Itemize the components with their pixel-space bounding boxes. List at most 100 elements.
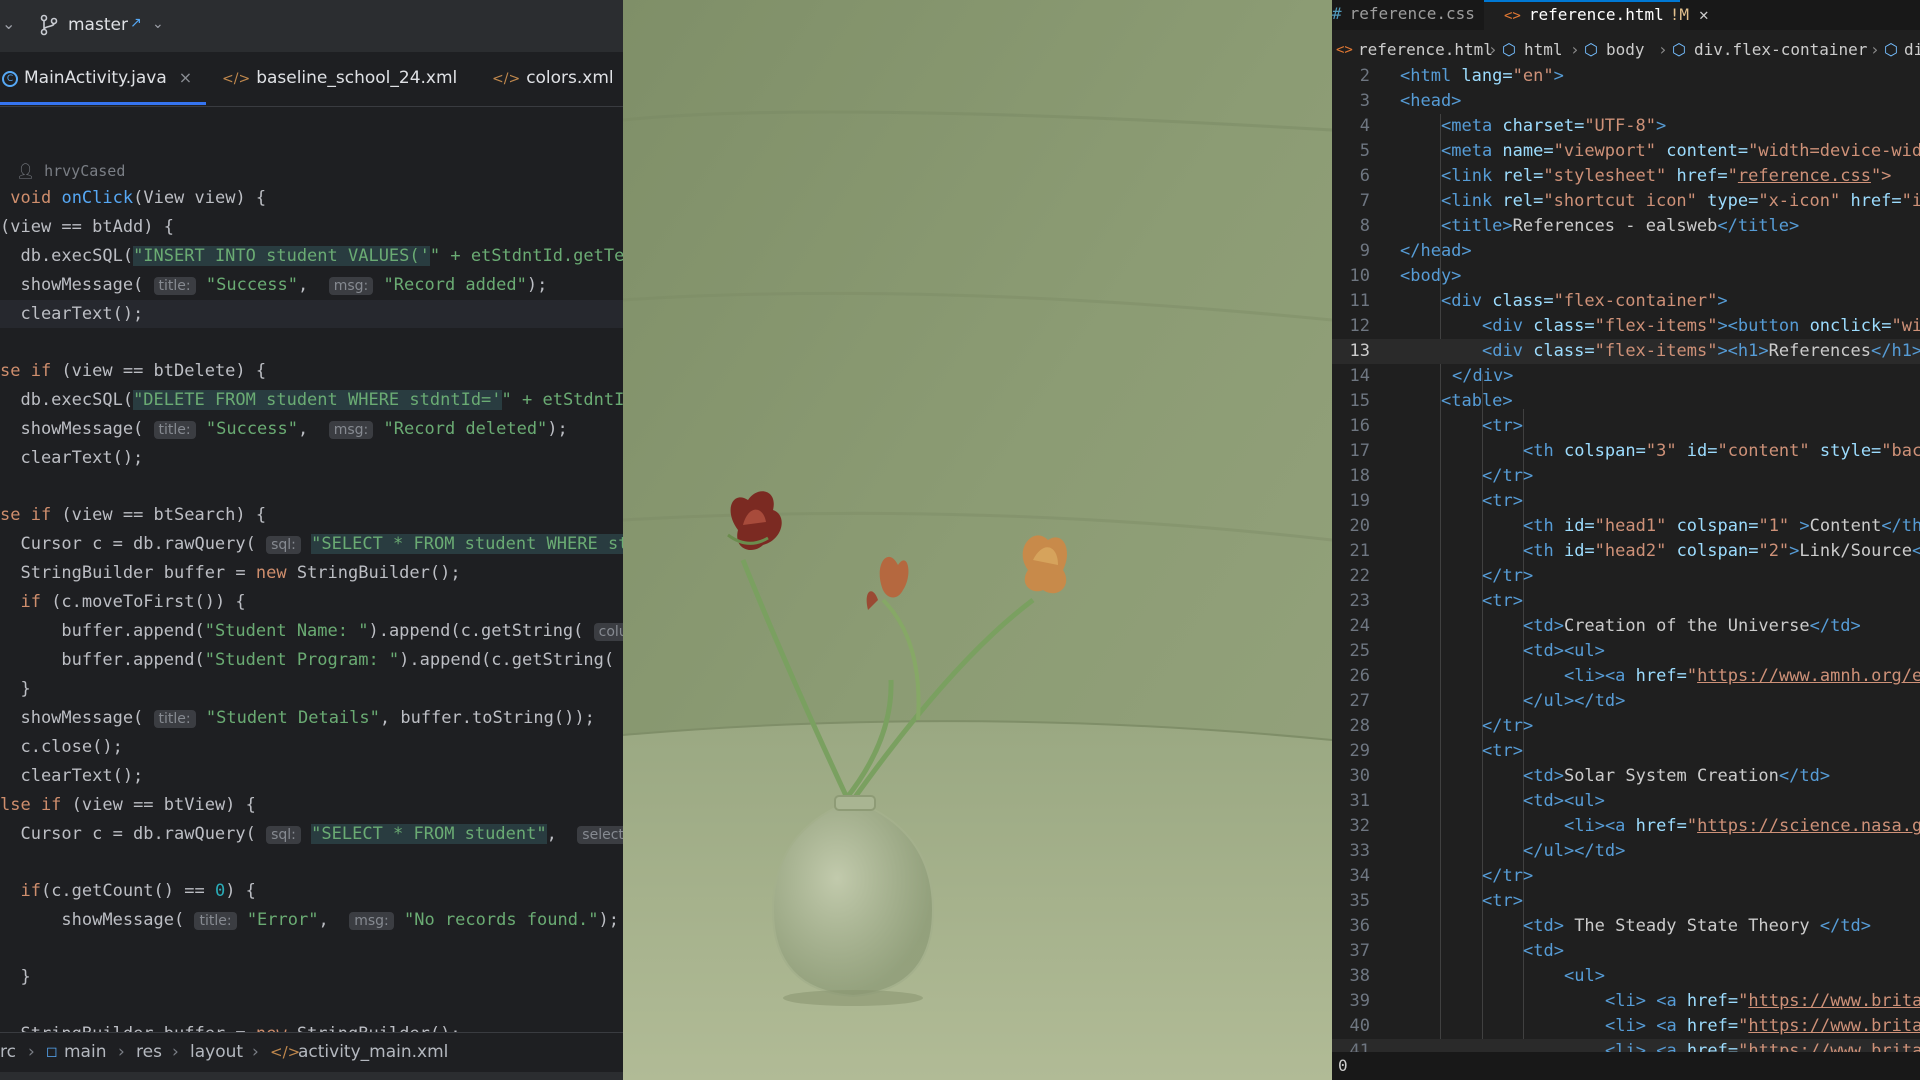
link[interactable]: reference.css [1738, 166, 1871, 186]
code-line: 40 <li> <a href="https://www.britan [1332, 1014, 1920, 1039]
code-line: buffer.append("Student Program: ").appen… [0, 650, 615, 670]
code-line: buffer.append("Student Name: ").append(c… [0, 617, 623, 645]
code-line: 21 <th id="head2" colspan="2">Link/Source… [1349, 541, 1920, 561]
breadcrumb: <> reference.html › ⬡ html › ⬡ body › ⬡ … [1332, 36, 1920, 66]
code-line: 28 </tr> [1349, 716, 1534, 736]
chevron-right-icon: › [28, 1042, 35, 1062]
code-line: showMessage( title: "Success", msg: "Rec… [0, 419, 568, 439]
code-line: 34 </tr> [1349, 866, 1534, 886]
chevron-right-icon: › [1488, 40, 1498, 59]
code-line: 23 <tr> [1349, 591, 1523, 611]
tab-label: colors.xml [526, 68, 614, 88]
element-icon: ⬡ [1884, 40, 1898, 59]
parameter-hint: sql: [266, 536, 301, 554]
vscode-window: # reference.css <> reference.html !M ✕ <> re… [1332, 0, 1920, 1080]
tab-reference-html[interactable]: <> reference.html !M ✕ [1484, 0, 1709, 32]
code-line-current: clearText(); [0, 300, 623, 328]
code-line: (view == btAdd) { [0, 217, 174, 237]
parameter-hint: title: [194, 912, 237, 930]
editor-tabs: # reference.css <> reference.html !M ✕ [1332, 0, 1920, 32]
code-line: 26 <li><a href="https://www.amnh.org/ex [1332, 664, 1920, 689]
code-line: 27 </ul></td> [1349, 691, 1626, 711]
link[interactable]: https://science.nasa.go [1697, 816, 1920, 836]
close-icon[interactable]: ✕ [1699, 5, 1709, 24]
ide-toolbar: ⌄ master ↗ ⌄ [0, 0, 623, 52]
code-line: 9 </head> [1359, 241, 1472, 261]
java-code-editor[interactable]: 👤︎ hrvyCased void onClick(View view) { (… [0, 106, 623, 1032]
code-line: se if (view == btDelete) { [0, 361, 267, 381]
code-line: se if (view == btSearch) { [0, 505, 267, 525]
code-line: 20 <th id="head1" colspan="1" >Content</t… [1349, 516, 1920, 536]
tab-label: reference.html [1528, 5, 1664, 24]
code-line: } [0, 679, 31, 699]
modified-badge: !M [1669, 5, 1689, 24]
breadcrumb-item[interactable]: div.flex-container [1694, 40, 1867, 59]
active-tab-indicator [0, 102, 206, 105]
chevron-down-icon[interactable]: ⌄ [2, 14, 15, 33]
breadcrumb-item[interactable]: reference.html [1358, 40, 1493, 59]
chevron-right-icon: › [1870, 40, 1880, 59]
breadcrumb-item[interactable]: layout [190, 1042, 243, 1062]
code-line: 11 <div class="flex-container"> [1349, 291, 1728, 311]
code-line: clearText(); [0, 766, 144, 786]
breadcrumb-item[interactable]: body [1606, 40, 1645, 59]
code-line: showMessage( title: "Success", msg: "Rec… [0, 275, 548, 295]
tab-baseline-school-xml[interactable]: </> baseline_school_24.xml [222, 68, 457, 92]
parameter-hint: title: [153, 421, 196, 439]
code-line: 41 <li> <a href="https://www.britan [1332, 1039, 1920, 1052]
code-line: 36 <td> The Steady State Theory </td> [1349, 916, 1872, 936]
xml-file-icon: </> [492, 71, 521, 87]
status-bar: 0 [1332, 1052, 1920, 1080]
code-line: 14 </div> [1349, 366, 1514, 386]
tab-label: reference.css [1349, 4, 1475, 23]
chevron-right-icon: › [1658, 40, 1668, 59]
code-line: clearText(); [0, 448, 144, 468]
html-file-icon: <> [1504, 8, 1521, 24]
problems-count[interactable]: 0 [1338, 1056, 1348, 1075]
chevron-right-icon: › [172, 1042, 179, 1062]
code-line: Cursor c = db.rawQuery( sql: "SELECT * F… [0, 530, 623, 558]
breadcrumb-item[interactable]: rc [0, 1042, 16, 1062]
code-line: 39 <li> <a href="https://www.britan [1332, 989, 1920, 1014]
link[interactable]: https://www.britan [1748, 991, 1920, 1011]
code-line: 8 <title>References - ealsweb</title> [1359, 216, 1800, 236]
status-strip [0, 1072, 623, 1080]
code-line: showMessage( title: "Error", msg: "No re… [0, 910, 619, 930]
code-line: 15 <table> [1349, 391, 1513, 411]
chevron-down-icon[interactable]: ⌄ [152, 16, 164, 32]
tab-reference-css[interactable]: # reference.css [1332, 0, 1484, 30]
code-line: 38 <ul> [1349, 966, 1605, 986]
link[interactable]: https://www.britan [1748, 1016, 1920, 1036]
breadcrumb-item[interactable]: res [136, 1042, 162, 1062]
html-code-editor[interactable]: 2 <html lang="en"> 3 <head> 4 <meta charset… [1332, 64, 1920, 1052]
breadcrumb-item[interactable]: activity_main.xml [298, 1042, 448, 1062]
tab-colors-xml[interactable]: </> colors.xml [492, 68, 614, 92]
code-line: 30 <td>Solar System Creation</td> [1349, 766, 1831, 786]
breadcrumb-item[interactable]: main [64, 1042, 106, 1062]
chevron-right-icon: › [252, 1042, 259, 1062]
editor-tabs: C MainActivity.java × </> baseline_school_2… [0, 52, 623, 107]
link[interactable]: https://www.britan [1748, 1041, 1920, 1052]
code-line: StringBuilder buffer = new StringBuilder… [0, 563, 461, 583]
java-class-icon: C [2, 71, 18, 87]
code-line-current: 13 <div class="flex-items"><h1>References… [1332, 339, 1920, 364]
parameter-hint: title: [153, 277, 196, 295]
breadcrumb-item[interactable]: html [1524, 40, 1563, 59]
code-line: if(c.getCount() == 0) { [0, 881, 256, 901]
code-line: 17 <th colspan="3" id="content" style="ba… [1349, 441, 1920, 461]
parameter-hint: msg: [349, 912, 394, 930]
code-line: lse if (view == btView) { [0, 795, 256, 815]
code-line: StringBuilder buffer = new StringBuilder… [0, 1020, 460, 1032]
tab-mainactivity-java[interactable]: C MainActivity.java × [2, 68, 192, 92]
git-branch-icon [40, 14, 58, 36]
android-studio-window: ⌄ master ↗ ⌄ C MainActivity.java × </> base… [0, 0, 623, 1080]
git-branch-selector[interactable]: master [68, 15, 128, 35]
link[interactable]: https://www.amnh.org/ex [1697, 666, 1920, 686]
breadcrumb-item[interactable]: div.flex-i [1904, 40, 1920, 59]
parameter-hint: title: [153, 710, 196, 728]
code-line: 29 <tr> [1349, 741, 1523, 761]
code-line: 37 <td> [1349, 941, 1564, 961]
close-icon[interactable]: × [179, 68, 192, 87]
person-icon: 👤︎ [16, 162, 36, 180]
tulip-vase-image [623, 0, 1332, 1080]
